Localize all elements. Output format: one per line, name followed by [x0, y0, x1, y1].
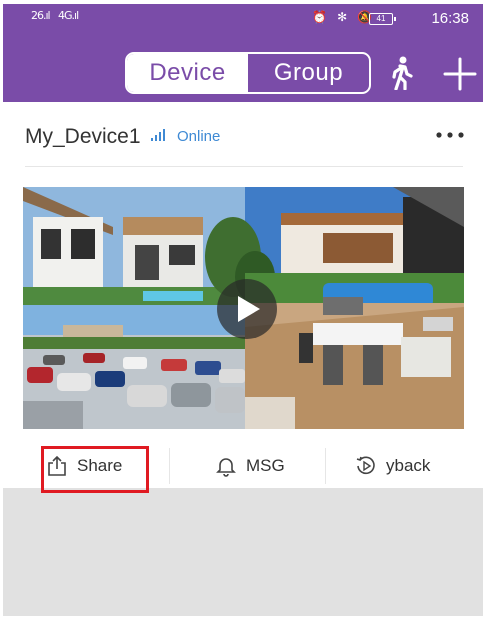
msg-label: MSG — [246, 456, 285, 475]
playback-icon — [356, 456, 375, 475]
action-bar: Share MSG yback — [3, 444, 483, 488]
battery-icon: 41 — [369, 13, 396, 25]
play-icon — [238, 296, 260, 322]
divider — [25, 166, 463, 167]
tab-group[interactable]: Group — [248, 54, 369, 92]
status-clock: 16:38 — [431, 10, 469, 27]
signal-indicator-2: 4G.ıl — [58, 9, 79, 22]
plus-icon[interactable] — [443, 57, 477, 91]
bell-icon — [216, 458, 236, 477]
online-status: Online — [177, 128, 221, 145]
app-screen: 26.ıl 4G.ıl ⏰ ✻ 🔕 41 16:38 Device Group … — [3, 4, 483, 616]
tab-device[interactable]: Device — [127, 54, 248, 92]
device-name: My_Device1 — [25, 125, 141, 148]
more-options-icon[interactable] — [435, 130, 465, 140]
msg-button[interactable]: MSG — [216, 444, 285, 488]
playback-button[interactable]: yback — [356, 444, 430, 488]
status-icons: ⏰ ✻ 🔕 — [312, 10, 375, 24]
person-walking-icon[interactable] — [386, 56, 416, 90]
device-row: My_Device1 Online — [3, 102, 483, 166]
signal-indicator-1: 26.ıl — [31, 9, 51, 22]
play-button[interactable] — [217, 279, 277, 339]
app-header: 26.ıl 4G.ıl ⏰ ✻ 🔕 41 16:38 Device Group — [3, 4, 483, 102]
wifi-signal-icon — [151, 129, 165, 141]
divider — [169, 448, 170, 484]
device-card: My_Device1 Online Share MSG yback — [3, 102, 483, 493]
device-group-toggle: Device Group — [125, 52, 371, 94]
status-bar: 26.ıl 4G.ıl ⏰ ✻ 🔕 41 16:38 — [3, 4, 483, 32]
share-label: Share — [77, 456, 123, 475]
share-icon — [48, 455, 66, 476]
playback-label: yback — [386, 456, 431, 475]
video-preview[interactable] — [23, 187, 464, 429]
divider — [325, 448, 326, 484]
share-button[interactable]: Share — [47, 444, 122, 488]
